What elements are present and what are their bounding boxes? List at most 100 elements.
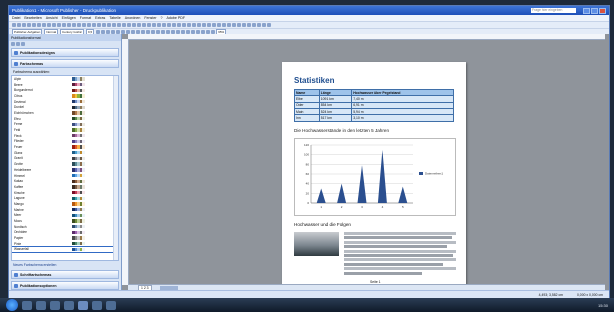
table-cell[interactable]: 3,10 m bbox=[351, 114, 454, 122]
back-icon[interactable] bbox=[11, 42, 15, 46]
home-icon[interactable] bbox=[21, 42, 25, 46]
toolbar-icon[interactable] bbox=[27, 23, 31, 27]
menu-item[interactable]: ? bbox=[161, 16, 163, 20]
section-designs[interactable]: Publikationsdesigns bbox=[11, 48, 119, 57]
toolbar-icon[interactable] bbox=[47, 23, 51, 27]
toolbar-icon[interactable] bbox=[77, 23, 81, 27]
toolbar-icon[interactable] bbox=[87, 23, 91, 27]
document-page[interactable]: Statistiken Name Länge Hochwasser über Peg… bbox=[282, 62, 466, 292]
toolbar-icon[interactable] bbox=[232, 23, 236, 27]
body-text-block[interactable] bbox=[344, 232, 456, 276]
menu-item[interactable]: Bearbeiten bbox=[24, 16, 41, 20]
menu-item[interactable]: Adobe PDF bbox=[167, 16, 186, 20]
toolbar-icon[interactable] bbox=[42, 23, 46, 27]
toolbar-icon[interactable] bbox=[32, 23, 36, 27]
toolbar-icon[interactable] bbox=[12, 23, 16, 27]
list-scrollbar[interactable] bbox=[113, 76, 118, 260]
toolbar-icon[interactable] bbox=[227, 23, 231, 27]
publisher-icon[interactable] bbox=[78, 300, 88, 310]
toolbar-icon[interactable] bbox=[237, 23, 241, 27]
menu-item[interactable]: Einfügen bbox=[62, 16, 76, 20]
menu-item[interactable]: Fenster bbox=[144, 16, 156, 20]
menu-item[interactable]: Extras bbox=[95, 16, 105, 20]
toolbar-icon[interactable] bbox=[247, 23, 251, 27]
toolbar-icon[interactable] bbox=[182, 23, 186, 27]
menu-item[interactable]: Format bbox=[80, 16, 91, 20]
color-scheme-item[interactable]: Wasserfall bbox=[12, 245, 118, 254]
vertical-ruler[interactable] bbox=[122, 39, 129, 285]
toolbar-icon[interactable] bbox=[72, 23, 76, 27]
toolbar-icon[interactable] bbox=[202, 23, 206, 27]
document-canvas[interactable]: Statistiken Name Länge Hochwasser über Peg… bbox=[122, 34, 609, 292]
chart-caption[interactable]: Die Hochwasserstände in den letzten 5 Ja… bbox=[294, 128, 389, 133]
section-colors[interactable]: Farbschemas bbox=[11, 59, 119, 68]
toolbar-icon[interactable] bbox=[97, 23, 101, 27]
toolbar-icon[interactable] bbox=[137, 23, 141, 27]
powerpoint-icon[interactable] bbox=[106, 300, 116, 310]
toolbar-icon[interactable] bbox=[52, 23, 56, 27]
toolbar-icon[interactable] bbox=[67, 23, 71, 27]
help-search-input[interactable]: Frage hier eingeben bbox=[531, 8, 576, 13]
toolbar-icon[interactable] bbox=[157, 23, 161, 27]
table-row[interactable]: Inn 517 km 3,10 m bbox=[294, 114, 454, 122]
toolbar-icon[interactable] bbox=[162, 23, 166, 27]
section-font-schemes[interactable]: Schriftartschemas bbox=[11, 270, 119, 279]
word-icon[interactable] bbox=[64, 300, 74, 310]
horizontal-ruler[interactable] bbox=[128, 34, 605, 40]
toolbar-icon[interactable] bbox=[122, 23, 126, 27]
toolbar-icon[interactable] bbox=[107, 23, 111, 27]
toolbar-icon[interactable] bbox=[177, 23, 181, 27]
browser-icon[interactable] bbox=[36, 300, 46, 310]
menu-item[interactable]: Tabelle bbox=[109, 16, 120, 20]
toolbar-icon[interactable] bbox=[257, 23, 261, 27]
toolbar-icon[interactable] bbox=[192, 23, 196, 27]
toolbar-icon[interactable] bbox=[172, 23, 176, 27]
toolbar-icon[interactable] bbox=[57, 23, 61, 27]
toolbar-icon[interactable] bbox=[167, 23, 171, 27]
statistics-table[interactable]: Name Länge Hochwasser über Pegelstand Elbe… bbox=[294, 88, 454, 122]
toolbar-icon[interactable] bbox=[22, 23, 26, 27]
toolbar-icon[interactable] bbox=[212, 23, 216, 27]
toolbar-icon[interactable] bbox=[252, 23, 256, 27]
explorer-icon[interactable] bbox=[22, 300, 32, 310]
menu-item[interactable]: Datei bbox=[12, 16, 20, 20]
toolbar-icon[interactable] bbox=[267, 23, 271, 27]
forward-icon[interactable] bbox=[16, 42, 20, 46]
toolbar-icon[interactable] bbox=[62, 23, 66, 27]
toolbar-icon[interactable] bbox=[147, 23, 151, 27]
toolbar-icon[interactable] bbox=[112, 23, 116, 27]
create-scheme-link[interactable]: Neues Farbschema erstellen bbox=[9, 261, 121, 269]
toolbar-icon[interactable] bbox=[217, 23, 221, 27]
excel-icon[interactable] bbox=[92, 300, 102, 310]
menu-item[interactable]: Ansicht bbox=[46, 16, 58, 20]
media-icon[interactable] bbox=[50, 300, 60, 310]
toolbar-icon[interactable] bbox=[187, 23, 191, 27]
menu-item[interactable]: Anordnen bbox=[125, 16, 141, 20]
toolbar-icon[interactable] bbox=[142, 23, 146, 27]
toolbar-icon[interactable] bbox=[152, 23, 156, 27]
section-options[interactable]: Publikationsoptionen bbox=[11, 281, 119, 290]
toolbar-icon[interactable] bbox=[262, 23, 266, 27]
toolbar-icon[interactable] bbox=[132, 23, 136, 27]
toolbar-icon[interactable] bbox=[102, 23, 106, 27]
toolbar-icon[interactable] bbox=[92, 23, 96, 27]
toolbar-icon[interactable] bbox=[117, 23, 121, 27]
toolbar-icon[interactable] bbox=[197, 23, 201, 27]
close-button[interactable] bbox=[599, 7, 606, 14]
table-cell[interactable]: Inn bbox=[294, 114, 320, 122]
section-heading[interactable]: Hochwasser und die Folgen bbox=[294, 222, 351, 227]
toolbar-icon[interactable] bbox=[17, 23, 21, 27]
toolbar-icon[interactable] bbox=[127, 23, 131, 27]
start-button[interactable] bbox=[6, 299, 18, 311]
flood-photo[interactable] bbox=[294, 232, 339, 256]
minimize-button[interactable] bbox=[583, 7, 590, 14]
page-heading[interactable]: Statistiken bbox=[294, 76, 334, 85]
toolbar-icon[interactable] bbox=[82, 23, 86, 27]
chart-frame[interactable]: 0 20 40 60 80 100 120 1 2 3 4 5 Datenreihen1 bbox=[294, 138, 456, 216]
toolbar-icon[interactable] bbox=[37, 23, 41, 27]
toolbar-icon[interactable] bbox=[222, 23, 226, 27]
maximize-button[interactable] bbox=[591, 7, 598, 14]
table-cell[interactable]: 517 km bbox=[318, 114, 353, 122]
toolbar-icon[interactable] bbox=[242, 23, 246, 27]
toolbar-icon[interactable] bbox=[207, 23, 211, 27]
